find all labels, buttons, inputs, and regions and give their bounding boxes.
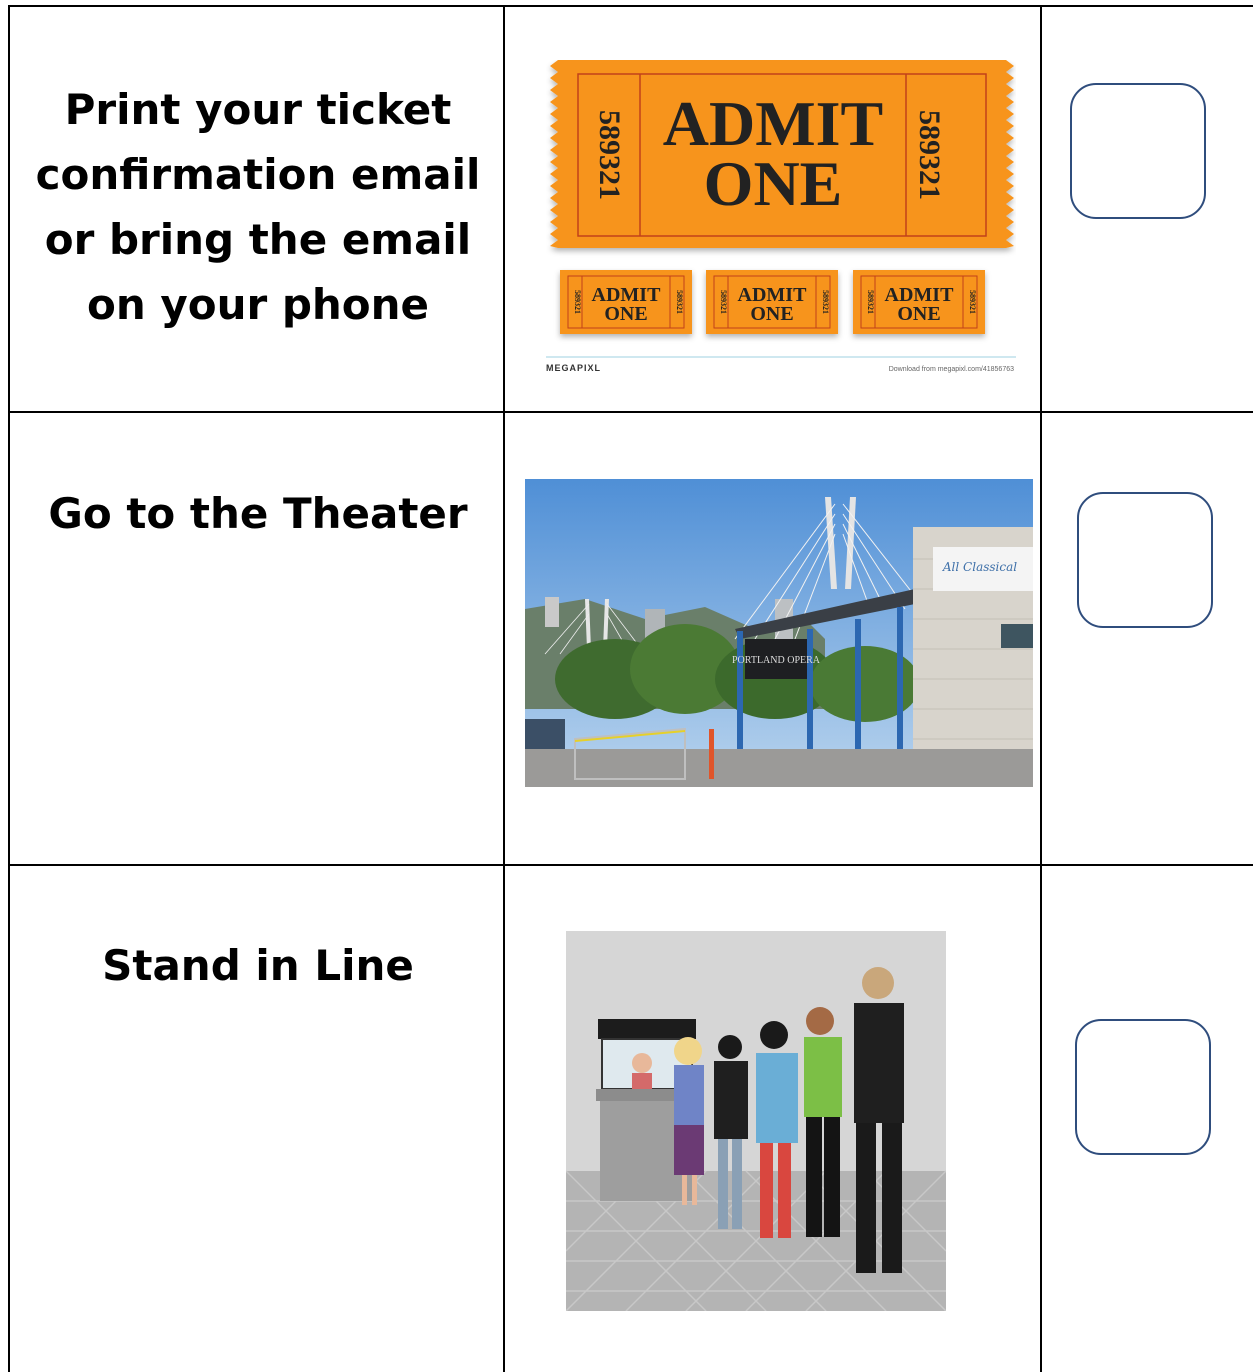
svg-text:589321: 589321 [821,290,830,314]
svg-text:589321: 589321 [573,290,582,314]
step-text: Print your ticket confirmation email or … [35,85,481,329]
svg-text:589321: 589321 [675,290,684,314]
step-checkbox[interactable] [1070,83,1206,219]
step-text: Stand in Line [102,941,414,990]
svg-text:ONE: ONE [750,303,793,325]
schedule-table: Print your ticket confirmation email or … [8,5,1253,1372]
svg-text:ONE: ONE [604,303,647,325]
ticket-image: 589321 589321 ADMIT ONE 589321 589321 AD… [546,60,1016,380]
table-border-top [8,5,1253,7]
brand-label: MEGAPIXL [546,363,601,373]
ticket-one: ONE [704,148,843,219]
ticket-number: 589321 [913,110,946,200]
step-checkbox[interactable] [1077,492,1213,628]
step-text: Go to the Theater [48,489,468,538]
stand-in-line-illustration [566,931,946,1311]
step-checkbox[interactable] [1075,1019,1211,1155]
opera-sign: PORTLAND OPERA [732,655,821,666]
column-divider [1040,5,1042,1372]
svg-text:589321: 589321 [719,290,728,314]
svg-text:589321: 589321 [968,290,977,314]
building-sign: All Classical [942,560,1017,574]
svg-text:ONE: ONE [897,303,940,325]
ticket-number: 589321 [593,110,626,200]
theater-photo: PORTLAND OPERA All Classical [525,479,1033,787]
row-divider [8,411,1253,413]
row-divider [8,864,1253,866]
table-border-left [8,5,10,1372]
download-note: Download from megapixl.com/41856763 [889,366,1014,373]
svg-text:589321: 589321 [866,290,875,314]
column-divider [503,5,505,1372]
